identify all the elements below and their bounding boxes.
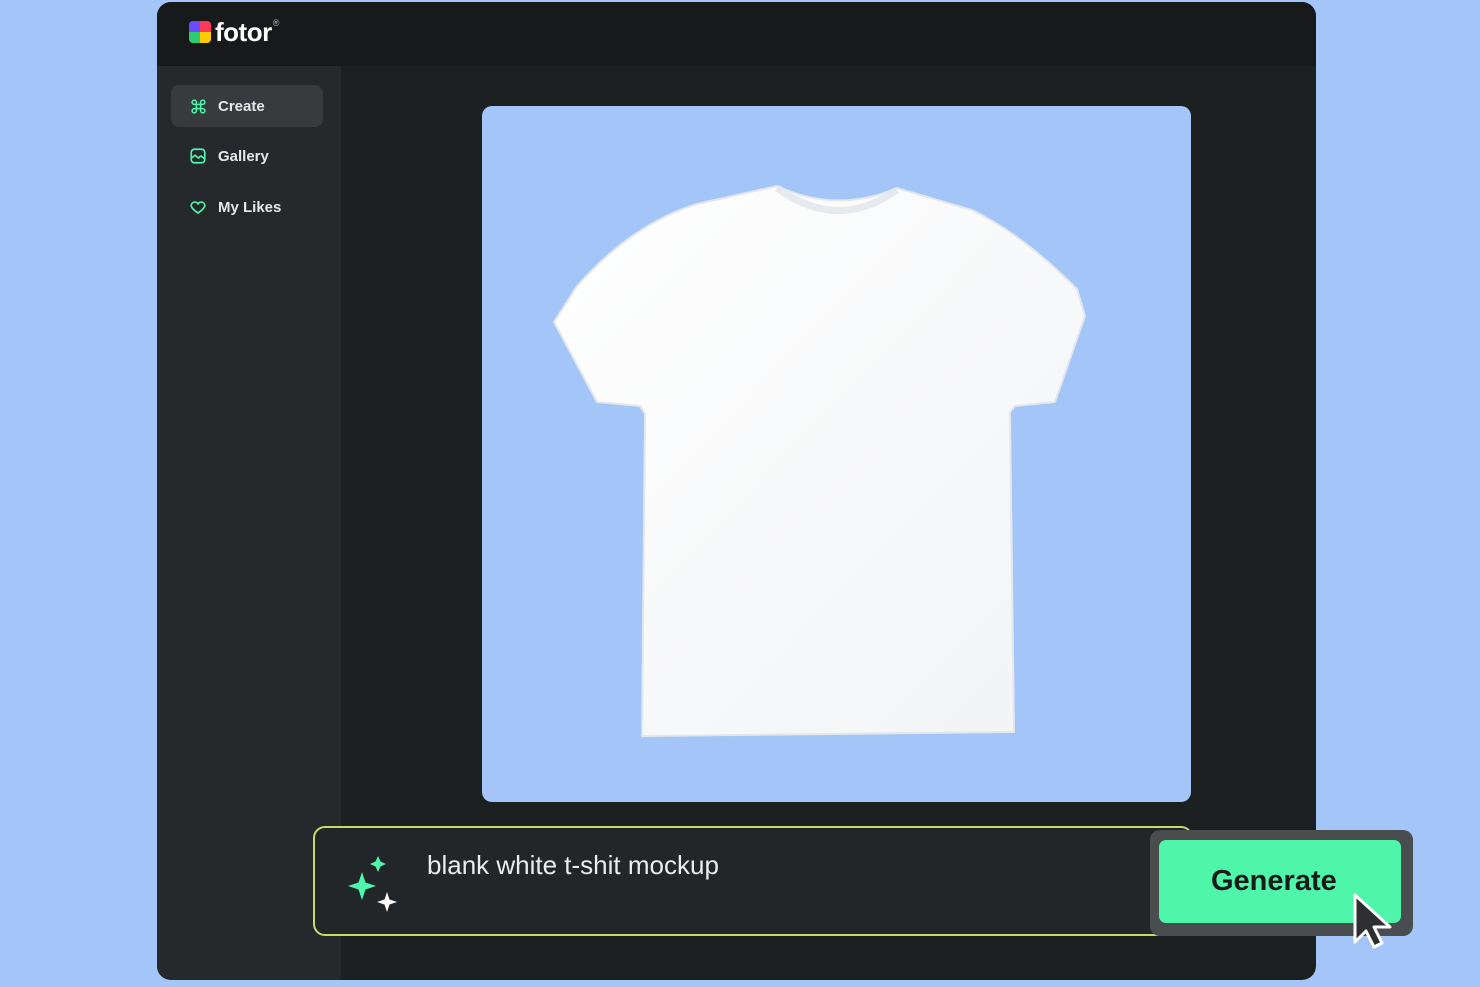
- brand-name: fotor: [215, 17, 272, 47]
- fotor-logo[interactable]: fotor ®: [189, 18, 279, 46]
- sidebar-item-gallery[interactable]: Gallery: [171, 135, 323, 177]
- generated-image-canvas: [482, 106, 1191, 802]
- image-icon: [189, 147, 207, 165]
- sidebar-item-create[interactable]: Create: [171, 85, 323, 127]
- tshirt-image: [552, 184, 1087, 738]
- sidebar-item-label: Gallery: [218, 147, 269, 165]
- prompt-bar: [313, 826, 1193, 936]
- top-bar: fotor ®: [157, 2, 1316, 66]
- command-icon: [189, 97, 207, 115]
- registered-mark: ®: [272, 18, 280, 28]
- sidebar-item-my-likes[interactable]: My Likes: [171, 186, 323, 228]
- sidebar-item-label: Create: [218, 97, 265, 115]
- sparkle-icon: [348, 856, 397, 912]
- generate-button[interactable]: Generate: [1159, 840, 1401, 923]
- sidebar-item-label: My Likes: [218, 198, 282, 216]
- prompt-input[interactable]: [427, 850, 987, 881]
- heart-icon: [189, 198, 207, 216]
- fotor-logo-icon: [189, 21, 211, 43]
